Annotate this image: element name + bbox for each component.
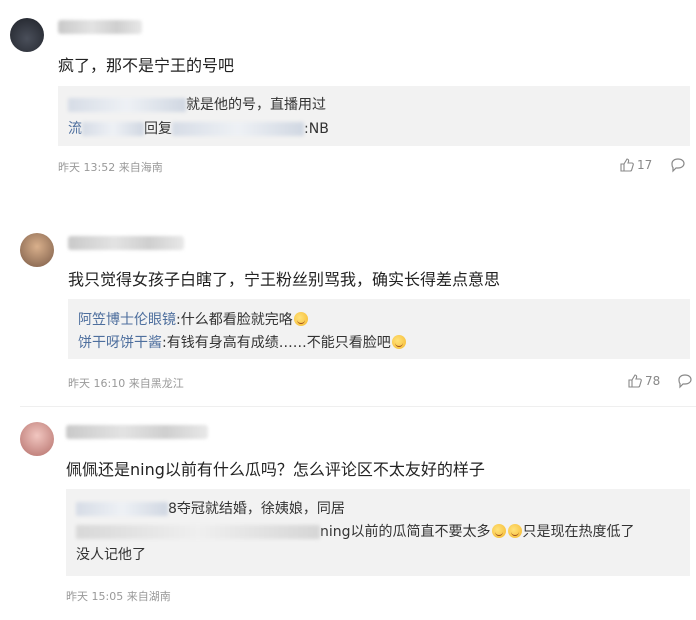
reply-line-2: ning以前的瓜简直不要太多 只是现在热度低了: [76, 521, 635, 541]
reply-body: 8夺冠就结婚，徐姨娘，同居: [168, 501, 345, 517]
reply-body: ning以前的瓜简直不要太多: [320, 524, 491, 540]
avatar[interactable]: [20, 422, 54, 456]
username-blurred[interactable]: [66, 425, 208, 439]
comment-3: 佩佩还是ning以前有什么瓜吗？怎么评论区不太友好的样子 8夺冠就结婚，徐姨娘，…: [0, 0, 696, 620]
blurred-username[interactable]: [76, 502, 168, 516]
reply-line-3: 没人记他了: [76, 544, 146, 564]
comment-meta: 昨天 15:05 来自湖南: [66, 590, 171, 603]
blurred-username[interactable]: [76, 525, 320, 539]
reply-box: 8夺冠就结婚，徐姨娘，同居 ning以前的瓜简直不要太多 只是现在热度低了 没人记…: [66, 489, 690, 576]
reply-body-continued: 只是现在热度低了: [522, 524, 635, 540]
smile-emoji: [507, 524, 522, 538]
reply-line-1: 8夺冠就结婚，徐姨娘，同居: [76, 498, 345, 518]
smile-emoji: [491, 524, 506, 538]
reply-body-wrap: 没人记他了: [76, 547, 146, 563]
comment-text: 佩佩还是ning以前有什么瓜吗？怎么评论区不太友好的样子: [66, 460, 485, 479]
